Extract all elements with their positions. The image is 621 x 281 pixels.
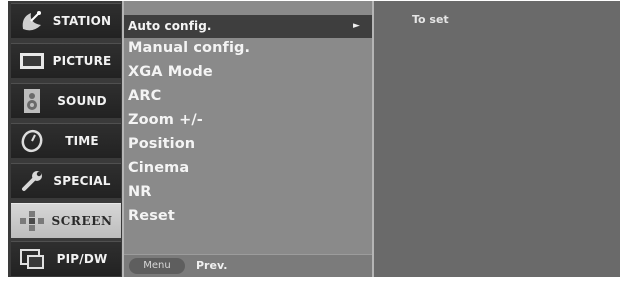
category-label: STATION	[52, 14, 112, 28]
info-panel: To set	[374, 1, 620, 277]
menu-item-reset[interactable]: Reset	[128, 205, 175, 228]
screen-adjust-icon	[17, 208, 47, 234]
category-label: PICTURE	[52, 54, 112, 68]
category-sound[interactable]: SOUND	[11, 83, 121, 118]
category-label: SOUND	[57, 94, 107, 108]
clock-icon	[17, 128, 47, 154]
submenu-panel: Auto config. ► Manual config. XGA Mode A…	[122, 1, 374, 277]
category-label: TIME	[65, 134, 99, 148]
wrench-icon	[17, 168, 47, 194]
menu-item-position[interactable]: Position	[128, 133, 195, 156]
menu-item-manual-config[interactable]: Manual config.	[128, 37, 250, 60]
category-pip-dw[interactable]: PIP/DW	[11, 241, 121, 276]
category-sidebar: STATION PICTURE SOUND TIME SPECIAL SCREE…	[8, 1, 122, 277]
category-label: SPECIAL	[53, 174, 111, 188]
category-time[interactable]: TIME	[11, 123, 121, 158]
pip-icon	[17, 246, 47, 272]
category-label: SCREEN	[51, 214, 113, 228]
category-picture[interactable]: PICTURE	[11, 43, 121, 78]
category-label: PIP/DW	[56, 252, 108, 266]
category-station[interactable]: STATION	[11, 3, 121, 38]
satellite-dish-icon	[17, 8, 47, 34]
help-text: To set	[412, 13, 449, 26]
speaker-icon	[17, 88, 47, 114]
menu-item-cinema[interactable]: Cinema	[128, 157, 189, 180]
menu-item-nr[interactable]: NR	[128, 181, 152, 204]
tv-osd-menu: STATION PICTURE SOUND TIME SPECIAL SCREE…	[8, 1, 620, 277]
arrow-right-icon: ►	[352, 21, 360, 31]
menu-button[interactable]: Menu	[129, 258, 185, 274]
category-special[interactable]: SPECIAL	[11, 163, 121, 198]
menu-item-zoom[interactable]: Zoom +/-	[128, 109, 203, 132]
menu-item-label: Auto config.	[128, 19, 212, 33]
monitor-icon	[17, 48, 47, 74]
prev-label: Prev.	[196, 259, 228, 272]
menu-item-xga-mode[interactable]: XGA Mode	[128, 61, 213, 84]
menu-item-arc[interactable]: ARC	[128, 85, 161, 108]
category-screen[interactable]: SCREEN	[11, 203, 121, 238]
menu-footer: Menu Prev.	[124, 254, 372, 277]
menu-item-auto-config[interactable]: Auto config. ►	[124, 15, 372, 38]
